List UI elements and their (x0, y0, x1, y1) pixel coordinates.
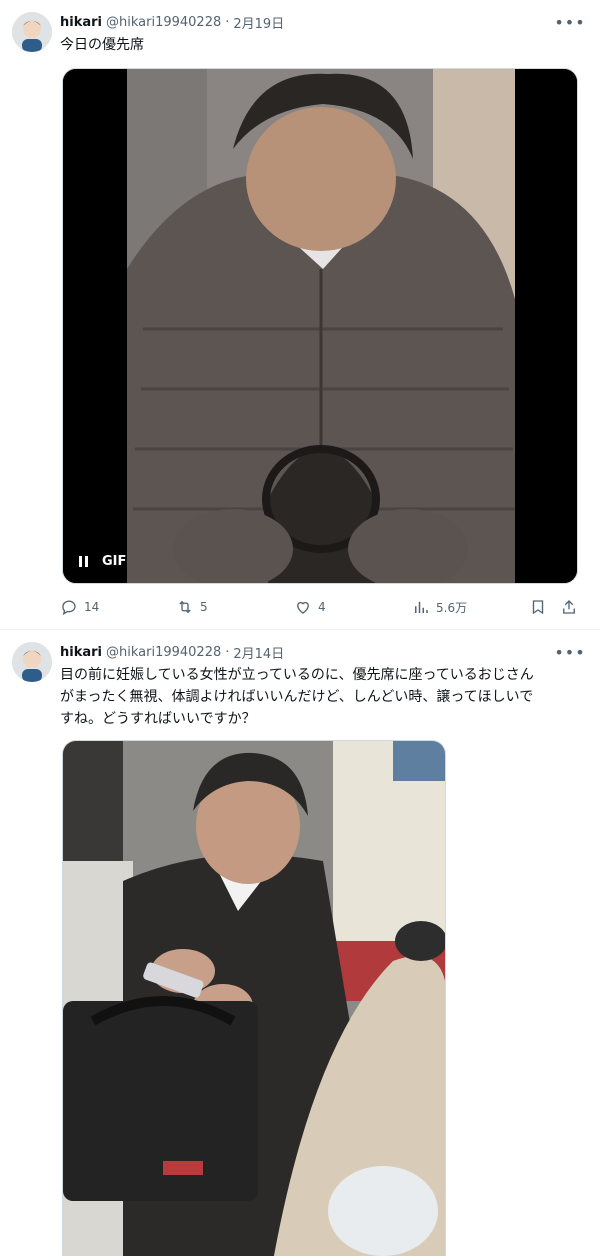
display-name[interactable]: hikari (60, 645, 102, 660)
separator: · (225, 14, 230, 30)
tweet-header: hikari @hikari19940228 · 2月14日 (60, 641, 284, 663)
reply-icon (62, 600, 76, 616)
share-icon (563, 600, 575, 614)
share-button[interactable] (560, 595, 578, 619)
heart-icon (297, 601, 309, 614)
tweet-text-line: 目の前に妊娠している女性が立っているのに、優先席に座っているおじさん (60, 667, 534, 683)
avatar[interactable] (12, 12, 52, 52)
photo-image (63, 741, 445, 1256)
tweet-gif[interactable]: GIF (62, 68, 578, 584)
reply-button[interactable]: 14 (60, 595, 99, 619)
tweet-text: 目の前に妊娠している女性が立っているのに、優先席に座っているおじさん がまったく… (60, 664, 580, 730)
gif-controls: GIF (79, 554, 126, 569)
more-horizontal-icon[interactable]: ••• (554, 641, 584, 663)
pause-icon[interactable] (79, 556, 88, 567)
tweet-photo[interactable] (62, 740, 446, 1256)
tweet-text-line: すね。どうすればいいですか？ (60, 711, 256, 727)
bookmark-button[interactable] (529, 595, 547, 619)
tweet-date[interactable]: 2月19日 (233, 13, 284, 32)
bookmark-icon (532, 600, 544, 615)
action-bar: 14 5 4 5.6万 (60, 595, 590, 619)
repost-button[interactable]: 5 (176, 595, 208, 619)
tweet[interactable]: hikari @hikari19940228 · 2月19日 ••• 今日の優先… (0, 0, 600, 630)
reply-count: 14 (84, 600, 100, 614)
tweet-text: 今日の優先席 (60, 37, 144, 53)
separator: · (225, 644, 230, 660)
repost-count: 5 (200, 600, 208, 614)
tweet-text-line: がまったく無視、体調よければいいんだけど、しんどい時、譲ってほしいで (60, 689, 534, 705)
views-button[interactable]: 5.6万 (412, 595, 467, 619)
views-icon (415, 601, 428, 613)
view-count: 5.6万 (436, 600, 468, 615)
gif-label: GIF (102, 554, 127, 569)
gif-image (63, 69, 577, 583)
like-count: 4 (318, 600, 326, 614)
display-name[interactable]: hikari (60, 15, 102, 30)
tweet-header: hikari @hikari19940228 · 2月19日 (60, 11, 284, 33)
avatar[interactable] (12, 642, 52, 682)
repost-icon (179, 600, 191, 614)
more-horizontal-icon[interactable]: ••• (554, 11, 584, 33)
tweet[interactable]: hikari @hikari19940228 · 2月14日 ••• 目の前に妊… (0, 630, 600, 1260)
user-handle[interactable]: @hikari19940228 (106, 15, 221, 30)
tweet-date[interactable]: 2月14日 (233, 643, 284, 662)
like-button[interactable]: 4 (294, 595, 326, 619)
user-handle[interactable]: @hikari19940228 (106, 645, 221, 660)
